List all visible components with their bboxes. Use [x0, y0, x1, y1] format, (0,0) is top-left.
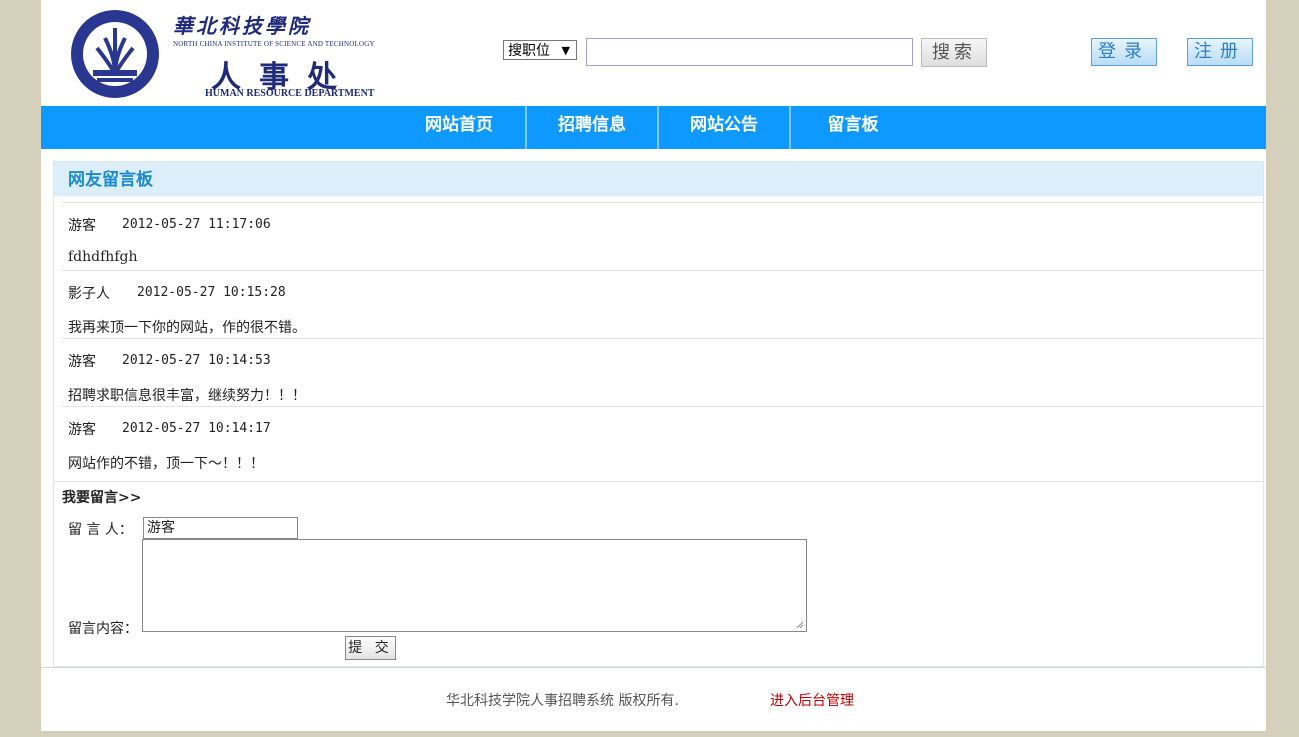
- message-time: 2012-05-27 10:14:53: [122, 353, 271, 368]
- search-type-select[interactable]: 搜职位 ▼: [503, 40, 577, 60]
- logo-school-name-en: NORTH CHINA INSTITUTE OF SCIENCE AND TEC…: [173, 40, 375, 48]
- nav-item-notices[interactable]: 网站公告: [659, 106, 789, 149]
- message-item: 游客 2012-05-27 10:14:53 招聘求职信息很丰富，继续努力！！！: [61, 338, 1263, 406]
- message-content: fdhdfhfgh: [68, 249, 138, 265]
- content-textarea[interactable]: [142, 539, 807, 632]
- leave-message-title: 我要留言>>: [62, 490, 142, 506]
- message-content: 网站作的不错，顶一下～！！！: [68, 456, 264, 472]
- content-label: 留言内容：: [68, 621, 138, 637]
- footer-copyright: 华北科技学院人事招聘系统 版权所有.: [446, 693, 679, 709]
- message-author: 游客: [68, 218, 96, 234]
- search-input[interactable]: [586, 38, 913, 66]
- submit-button[interactable]: 提 交: [345, 636, 396, 660]
- search-type-value: 搜职位: [508, 43, 550, 59]
- dropdown-arrow-icon: ▼: [561, 44, 570, 57]
- school-emblem-icon: [71, 10, 159, 98]
- message-author: 游客: [68, 354, 96, 370]
- main-nav: 网站首页 招聘信息 网站公告 留言板: [41, 106, 1266, 149]
- message-time: 2012-05-27 10:14:17: [122, 421, 271, 436]
- admin-link[interactable]: 进入后台管理: [770, 690, 854, 710]
- nav-item-home[interactable]: 网站首页: [393, 106, 525, 149]
- nav-item-jobs[interactable]: 招聘信息: [527, 106, 657, 149]
- logo-school-name: 華北科技學院: [173, 14, 311, 38]
- header: 華北科技學院 NORTH CHINA INSTITUTE OF SCIENCE …: [41, 0, 1266, 106]
- message-item: 影子人 2012-05-27 10:15:28 我再来顶一下你的网站，作的很不错…: [61, 270, 1263, 338]
- message-author: 影子人: [68, 286, 110, 302]
- register-button[interactable]: 注册: [1187, 38, 1253, 66]
- page: 華北科技學院 NORTH CHINA INSTITUTE OF SCIENCE …: [41, 0, 1266, 731]
- name-input[interactable]: 游客: [143, 517, 298, 539]
- search-button[interactable]: 搜索: [921, 38, 987, 67]
- message-content: 招聘求职信息很丰富，继续努力！！！: [68, 388, 306, 404]
- message-time: 2012-05-27 11:17:06: [122, 217, 271, 232]
- nav-item-guestbook[interactable]: 留言板: [791, 106, 915, 149]
- message-time: 2012-05-27 10:15:28: [137, 285, 286, 300]
- logo[interactable]: 華北科技學院 NORTH CHINA INSTITUTE OF SCIENCE …: [65, 4, 387, 102]
- message-content: 我再来顶一下你的网站，作的很不错。: [68, 320, 306, 336]
- form-divider: [54, 481, 1263, 482]
- name-label: 留 言 人：: [68, 522, 133, 538]
- guestbook-panel: 网友留言板 游客 2012-05-27 11:17:06 fdhdfhfgh 影…: [53, 161, 1264, 667]
- login-button[interactable]: 登录: [1091, 38, 1157, 66]
- resize-grip-icon[interactable]: [796, 621, 804, 629]
- logo-dept-name-en: HUMAN RESOURCE DEPARTMENT: [205, 88, 375, 99]
- message-author: 游客: [68, 422, 96, 438]
- message-item: 游客 2012-05-27 10:14:17 网站作的不错，顶一下～！！！: [61, 406, 1263, 474]
- footer-divider: [41, 667, 1266, 668]
- guestbook-title: 网友留言板: [54, 162, 1263, 196]
- message-item: 游客 2012-05-27 11:17:06 fdhdfhfgh: [61, 202, 1263, 270]
